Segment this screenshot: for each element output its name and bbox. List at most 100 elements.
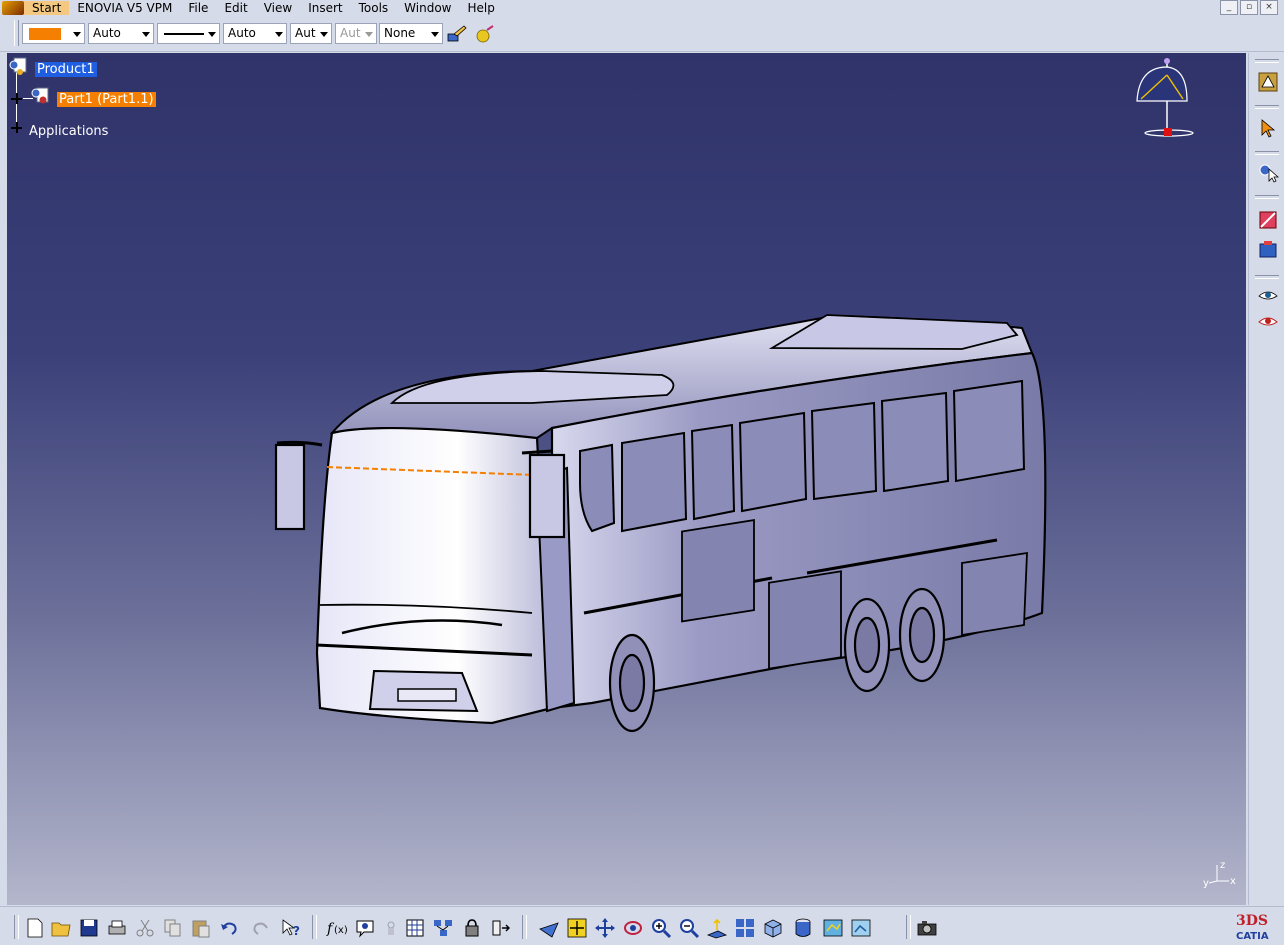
- swap-visible-space-icon[interactable]: [1257, 311, 1279, 333]
- window-controls: _ ▫ ×: [1220, 0, 1278, 15]
- copy-icon[interactable]: [162, 917, 184, 939]
- rotate-icon[interactable]: [622, 917, 644, 939]
- painter-icon[interactable]: [446, 24, 468, 44]
- section-icon[interactable]: [1257, 209, 1279, 231]
- menu-enovia[interactable]: ENOVIA V5 VPM: [69, 1, 180, 15]
- toolbar-grip[interactable]: [14, 20, 19, 46]
- apply-material-icon[interactable]: [474, 24, 496, 44]
- fill-color-swatch: [29, 28, 61, 40]
- hide-show-icon[interactable]: [1257, 285, 1279, 307]
- 3d-viewport[interactable]: Product1 Part1 (Part1.1) Applications z …: [7, 53, 1246, 905]
- line-thickness-value: Auto: [228, 26, 256, 40]
- open-folder-icon[interactable]: [50, 917, 72, 939]
- catia-logo-text: CATIA: [1236, 931, 1269, 942]
- layer-value: None: [384, 26, 416, 40]
- compass-icon[interactable]: [1131, 55, 1195, 141]
- right-toolbar: [1248, 53, 1284, 905]
- paste-icon[interactable]: [190, 917, 212, 939]
- shading-icon[interactable]: [792, 917, 814, 939]
- whats-this-help-icon[interactable]: ?: [280, 917, 302, 939]
- graphic-properties-toolbar: Auto Auto Aut Aut None: [0, 15, 1284, 52]
- swap-space-icon[interactable]: [850, 917, 872, 939]
- minimize-button[interactable]: _: [1220, 0, 1238, 15]
- transparency-combo[interactable]: Auto: [88, 23, 154, 44]
- capture-camera-icon[interactable]: [916, 917, 938, 939]
- axis-triad-icon: z x y: [1203, 860, 1236, 889]
- point-symbol-value: Aut: [295, 26, 316, 40]
- pan-icon[interactable]: [594, 917, 616, 939]
- zoom-in-icon[interactable]: [650, 917, 672, 939]
- catia-logo-mark: 3DS: [1236, 913, 1268, 929]
- print-icon[interactable]: [106, 917, 128, 939]
- toolbar-separator: [1255, 151, 1279, 155]
- knowledge-lock-icon[interactable]: [462, 917, 484, 939]
- photo-studio-icon[interactable]: [1257, 239, 1279, 261]
- workbench-icon[interactable]: [1257, 71, 1279, 93]
- cut-icon[interactable]: [134, 917, 156, 939]
- menu-help[interactable]: Help: [460, 1, 503, 15]
- part-icon: [31, 87, 49, 104]
- line-thickness-combo[interactable]: Auto: [223, 23, 287, 44]
- multi-view-icon[interactable]: [734, 917, 756, 939]
- chevron-down-icon: [208, 32, 216, 37]
- tree-label-part1: Part1 (Part1.1): [57, 92, 156, 107]
- tree-label-product1: Product1: [35, 62, 97, 77]
- knowledge-advisor-icon[interactable]: [354, 917, 376, 939]
- toolbar-separator: [1255, 195, 1279, 199]
- redo-icon[interactable]: [250, 917, 272, 939]
- select-arrow-icon[interactable]: [1257, 117, 1279, 139]
- fly-mode-icon[interactable]: [538, 917, 560, 939]
- tree-node-part1[interactable]: Part1 (Part1.1): [57, 92, 156, 107]
- chevron-down-icon: [320, 32, 328, 37]
- standard-toolbar: ? f (x) 3DS CATIA: [0, 906, 1284, 945]
- close-button[interactable]: ×: [1260, 0, 1278, 15]
- toolbar-separator: [1255, 105, 1279, 109]
- isometric-view-icon[interactable]: [762, 917, 784, 939]
- linetype-combo[interactable]: [157, 23, 220, 44]
- toolbar-separator: [906, 915, 911, 939]
- menu-insert[interactable]: Insert: [300, 1, 350, 15]
- expand-plus-icon[interactable]: [11, 93, 22, 104]
- menu-start[interactable]: Start: [24, 0, 70, 15]
- restore-button[interactable]: ▫: [1240, 0, 1258, 15]
- undo-icon[interactable]: [218, 917, 240, 939]
- chevron-down-icon: [73, 32, 81, 37]
- menu-file[interactable]: File: [180, 1, 216, 15]
- component-icon[interactable]: [1257, 161, 1279, 183]
- lock-disabled-icon[interactable]: [380, 917, 402, 939]
- save-icon[interactable]: [78, 917, 100, 939]
- reactions-icon[interactable]: [490, 917, 512, 939]
- fill-color-combo[interactable]: [22, 23, 85, 44]
- hide-show-toggle-icon[interactable]: [822, 917, 844, 939]
- svg-text:(x): (x): [334, 925, 348, 936]
- toolbar-separator: [1255, 275, 1279, 279]
- menu-edit[interactable]: Edit: [216, 1, 255, 15]
- tree-node-product1[interactable]: Product1: [35, 62, 97, 77]
- toolbar-separator: [312, 915, 317, 939]
- line-sample: [164, 33, 204, 35]
- bus-3d-model[interactable]: [262, 253, 1052, 733]
- menu-tools[interactable]: Tools: [351, 1, 397, 15]
- menu-bar: Start ENOVIA V5 VPM File Edit View Inser…: [0, 0, 1284, 15]
- menu-window[interactable]: Window: [396, 1, 459, 15]
- tree-node-applications[interactable]: Applications: [29, 124, 108, 139]
- layer-combo[interactable]: None: [379, 23, 443, 44]
- zoom-out-icon[interactable]: [678, 917, 700, 939]
- normal-view-icon[interactable]: [706, 917, 728, 939]
- tree-label-applications: Applications: [29, 124, 109, 139]
- point-symbol-combo[interactable]: Aut: [290, 23, 332, 44]
- menu-view[interactable]: View: [256, 1, 300, 15]
- design-table-icon[interactable]: [404, 917, 426, 939]
- chevron-down-icon: [431, 32, 439, 37]
- linetype-value: Aut: [340, 26, 361, 40]
- fit-all-in-icon[interactable]: [566, 917, 588, 939]
- svg-text:?: ?: [293, 924, 300, 938]
- transparency-value: Auto: [93, 26, 121, 40]
- catalog-browser-icon[interactable]: [432, 917, 454, 939]
- expand-plus-icon[interactable]: [11, 122, 22, 133]
- new-file-icon[interactable]: [24, 917, 46, 939]
- catia-app-icon[interactable]: [2, 0, 24, 15]
- formula-fx-icon[interactable]: f (x): [326, 917, 348, 939]
- catia-logo: 3DS CATIA: [1236, 913, 1269, 942]
- axis-z-label: z: [1220, 860, 1225, 871]
